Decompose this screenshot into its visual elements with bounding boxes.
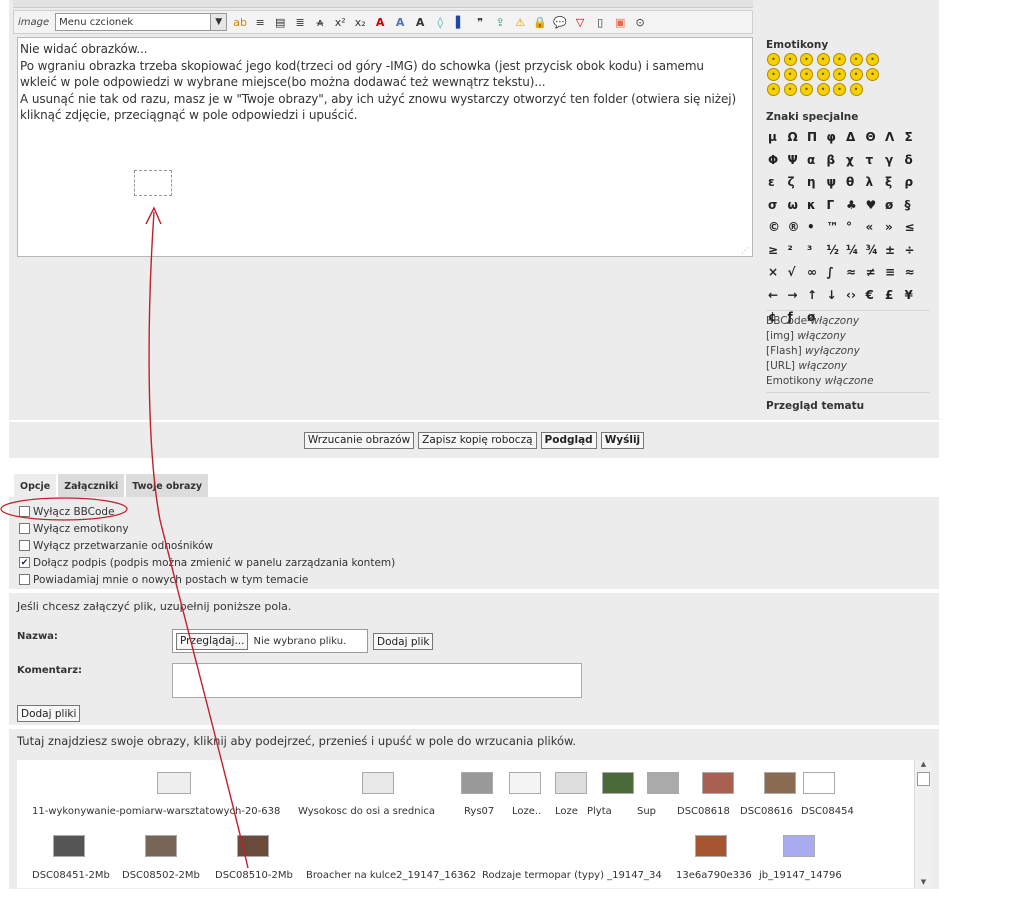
- annotation-overlay: [0, 206, 249, 869]
- drag-arrow-line: [148, 211, 249, 869]
- highlight-ellipse: [0, 497, 128, 521]
